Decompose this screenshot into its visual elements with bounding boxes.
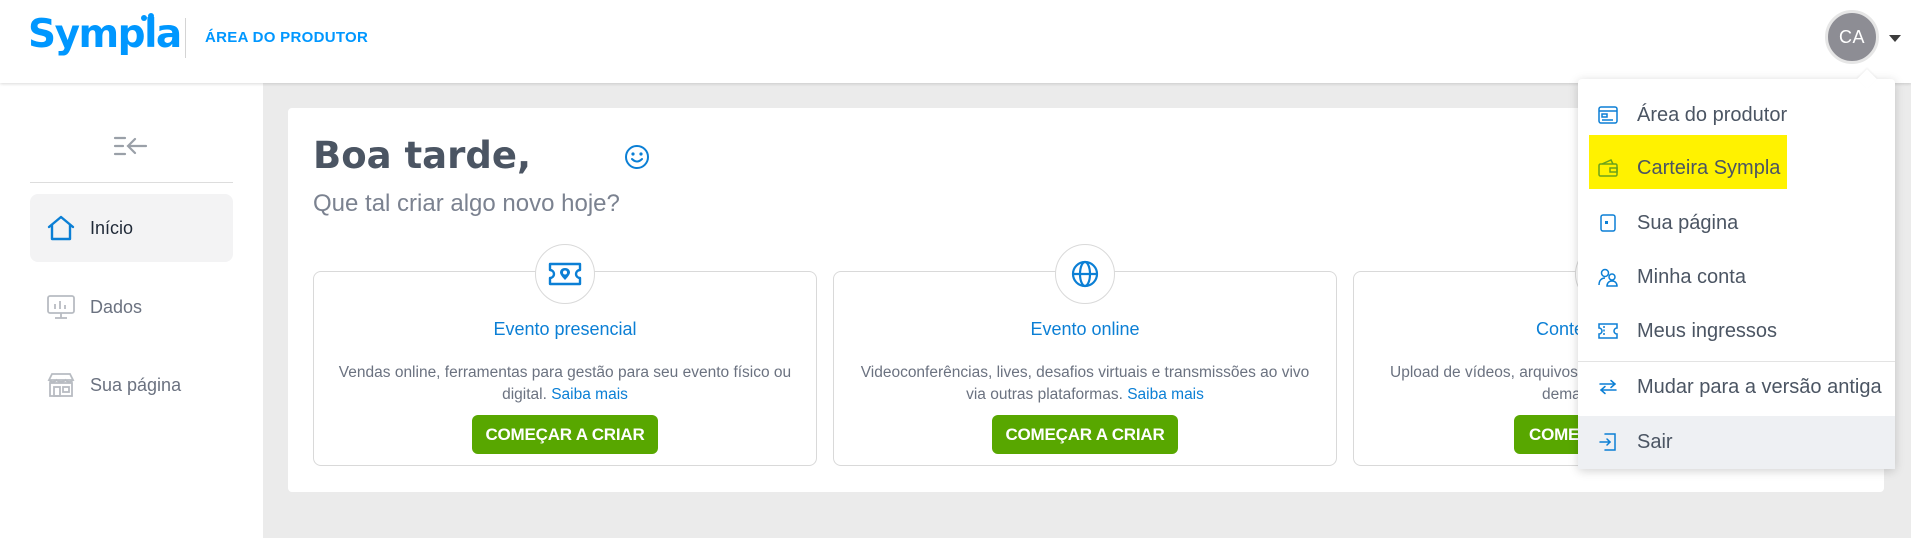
ticket-icon xyxy=(535,244,595,304)
event-card-description: Vendas online, ferramentas para gestão p… xyxy=(338,364,792,403)
menu-item-label: Carteira Sympla xyxy=(1637,157,1781,179)
smile-icon xyxy=(625,145,649,169)
logout-icon xyxy=(1599,433,1617,456)
chevron-down-icon[interactable] xyxy=(1889,35,1901,42)
sidebar-item-label: Sua página xyxy=(90,374,182,395)
greeting-heading: Boa tarde, xyxy=(313,134,532,177)
menu-item-mudar-versao[interactable]: Mudar para a versão antiga xyxy=(1578,360,1895,414)
sidebar-item-label: Dados xyxy=(90,296,143,317)
sidebar-divider xyxy=(30,182,233,183)
user-avatar[interactable]: CA xyxy=(1825,10,1879,64)
menu-divider xyxy=(1578,361,1895,362)
home-icon xyxy=(46,213,76,243)
greeting-subtitle: Que tal criar algo novo hoje? xyxy=(313,190,620,217)
header-divider xyxy=(185,18,186,58)
menu-item-sair-overlay[interactable]: Sair xyxy=(1578,416,1895,469)
wallet-icon xyxy=(1598,159,1618,182)
menu-item-label: Área do produtor xyxy=(1637,103,1788,126)
menu-item-label: Sua página xyxy=(1637,211,1739,234)
menu-item-label: Sair xyxy=(1637,431,1673,453)
sidebar: Início Dados Sua página xyxy=(0,83,263,538)
menu-item-carteira-overlay[interactable]: Carteira Sympla xyxy=(1578,142,1895,196)
store-icon xyxy=(46,370,76,400)
top-header: Sympla ÁREA DO PRODUTOR CA xyxy=(0,0,1911,83)
menu-item-sua-pagina[interactable]: Sua página xyxy=(1578,196,1895,250)
page-icon xyxy=(1598,213,1618,233)
sidebar-item-dados[interactable]: Dados xyxy=(30,273,233,341)
users-icon xyxy=(1598,267,1618,287)
menu-item-area-do-produtor[interactable]: Área do produtor xyxy=(1578,88,1895,142)
comecar-a-criar-button[interactable]: COMEÇAR A CRIAR xyxy=(472,415,658,454)
event-card-title[interactable]: Evento online xyxy=(834,319,1336,340)
sympla-logo[interactable]: Sympla xyxy=(28,12,182,57)
dashboard-icon xyxy=(1598,105,1618,125)
event-card-title[interactable]: Evento presencial xyxy=(314,319,816,340)
event-card-description: Videoconferências, lives, desafios virtu… xyxy=(860,364,1310,403)
event-card-title[interactable]: Conte xyxy=(1536,319,1584,340)
globe-icon xyxy=(1055,244,1115,304)
menu-item-meus-ingressos[interactable]: Meus ingressos xyxy=(1578,304,1895,358)
saiba-mais-link[interactable]: Saiba mais xyxy=(1127,386,1204,403)
sidebar-item-sua-pagina[interactable]: Sua página xyxy=(30,351,233,419)
comecar-a-criar-button[interactable]: COMEÇAR A CRIAR xyxy=(992,415,1178,454)
sidebar-item-inicio[interactable]: Início xyxy=(30,194,233,262)
collapse-sidebar-icon[interactable] xyxy=(113,133,149,159)
menu-item-minha-conta[interactable]: Minha conta xyxy=(1578,250,1895,304)
menu-item-label: Meus ingressos xyxy=(1637,319,1778,342)
menu-item-label: Mudar para a versão antiga xyxy=(1637,375,1882,398)
logo-accent-icon xyxy=(141,13,154,23)
sidebar-item-label: Início xyxy=(90,217,134,238)
menu-item-label: Minha conta xyxy=(1637,265,1746,288)
ticket-small-icon xyxy=(1598,321,1618,341)
swap-arrows-icon xyxy=(1598,377,1618,397)
chart-monitor-icon xyxy=(46,292,76,322)
producer-area-label[interactable]: ÁREA DO PRODUTOR xyxy=(205,29,368,46)
saiba-mais-link[interactable]: Saiba mais xyxy=(551,386,628,403)
